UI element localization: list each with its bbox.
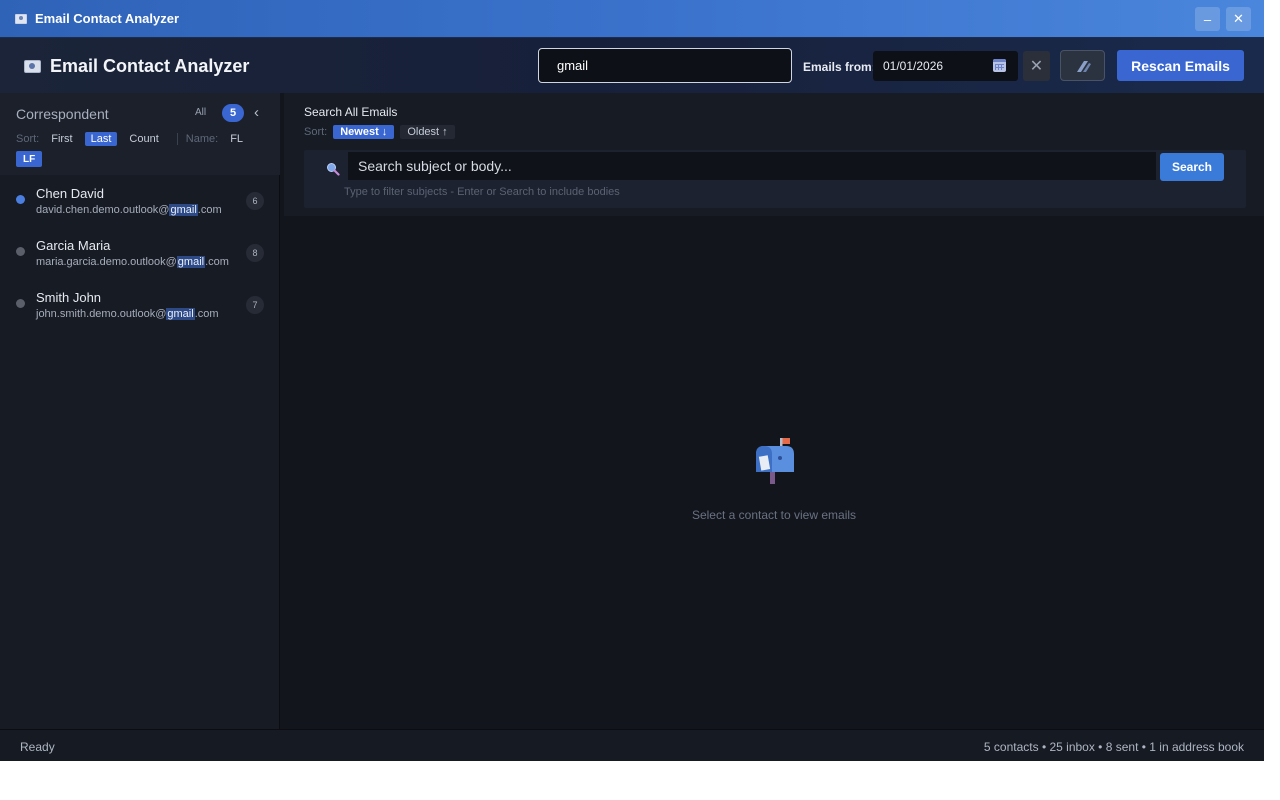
search-panel: Search All Emails Sort: Newest ↓ Oldest … [284,93,1264,216]
contact-email: john.smith.demo.outlook@gmail.com [36,308,219,320]
name-lf-button[interactable]: LF [16,151,43,167]
contact-item[interactable]: Smith John john.smith.demo.outlook@gmail… [0,279,280,331]
contact-name: Garcia Maria [36,238,111,253]
status-text: Ready [20,740,55,754]
email-count-badge: 8 [246,244,264,262]
tool-button[interactable] [1060,50,1105,81]
status-dot [16,195,25,204]
contact-name: Chen David [36,186,104,201]
close-button[interactable]: ✕ [1226,7,1251,31]
status-dot [16,247,25,256]
contact-count-badge: 5 [222,104,244,122]
header: Email Contact Analyzer Emails from: 01/0… [0,38,1264,93]
title-bar: Email Contact Analyzer – ✕ [0,0,1264,38]
search-highlight: gmail [166,308,195,320]
app-window: Email Contact Analyzer – ✕ Email Contact… [0,0,1264,761]
date-picker[interactable]: 01/01/2026 [873,51,1018,81]
clear-date-button[interactable]: ✕ [1023,51,1050,81]
sort-label: Sort: [16,133,40,145]
name-fl-button[interactable]: FL [224,132,249,146]
sort-row: Sort: First Last Count Name: FL [16,131,249,147]
collapse-sidebar-icon[interactable]: ‹ [254,104,259,121]
calendar-icon[interactable] [993,59,1006,72]
app-title: Email Contact Analyzer [50,56,250,76]
search-icon [327,163,340,176]
sort-oldest-button[interactable]: Oldest ↑ [400,125,455,139]
window-title: Email Contact Analyzer [35,11,180,26]
contact-item[interactable]: Garcia Maria maria.garcia.demo.outlook@g… [0,227,280,279]
broom-icon [1076,60,1091,72]
sort-count-button[interactable]: Count [123,132,164,146]
status-bar: Ready 5 contacts • 25 inbox • 8 sent • 1… [0,729,1264,761]
status-summary: 5 contacts • 25 inbox • 8 sent • 1 in ad… [983,740,1244,754]
email-count-badge: 6 [246,192,264,210]
emails-from-label: Emails from: [803,60,876,74]
email-search-input[interactable] [348,152,1156,180]
main-panel: Search All Emails Sort: Newest ↓ Oldest … [284,93,1264,729]
app-icon [15,13,27,24]
search-box: Search Type to filter subjects - Enter o… [304,150,1246,208]
contact-item[interactable]: Chen David david.chen.demo.outlook@gmail… [0,175,280,227]
contact-filter-input[interactable] [538,48,792,83]
empty-state: Select a contact to view emails [284,216,1264,729]
search-highlight: gmail [176,256,206,268]
contacts-sidebar: Correspondent All 5 ‹ Sort: First Last C… [0,93,280,729]
search-highlight: gmail [169,204,198,216]
filter-all[interactable]: All [195,107,206,118]
empty-state-message: Select a contact to view emails [691,508,857,522]
contact-name: Smith John [36,290,102,305]
contact-email: maria.garcia.demo.outlook@gmail.com [36,256,229,268]
rescan-emails-button[interactable]: Rescan Emails [1117,50,1244,81]
name-format-label: Name: [185,133,219,145]
contact-email: david.chen.demo.outlook@gmail.com [36,204,222,216]
email-count-badge: 7 [246,296,264,314]
sort-newest-button[interactable]: Newest ↓ [333,125,395,139]
app-logo-icon [24,60,41,73]
sort-last-button[interactable]: Last [84,132,118,146]
mailbox-icon [756,438,794,484]
search-all-title: Search All Emails [304,105,398,119]
status-dot [16,299,25,308]
search-hint: Type to filter subjects - Enter or Searc… [344,186,620,198]
sort-first-button[interactable]: First [45,132,78,146]
divider [176,133,178,145]
date-value: 01/01/2026 [883,59,944,73]
search-button[interactable]: Search [1160,153,1224,181]
email-sort-row: Sort: Newest ↓ Oldest ↑ [304,125,455,139]
sort-label: Sort: [304,126,328,138]
minimize-button[interactable]: – [1195,7,1220,31]
sidebar-controls: Correspondent All 5 ‹ Sort: First Last C… [0,93,280,175]
correspondent-label: Correspondent [16,106,109,122]
